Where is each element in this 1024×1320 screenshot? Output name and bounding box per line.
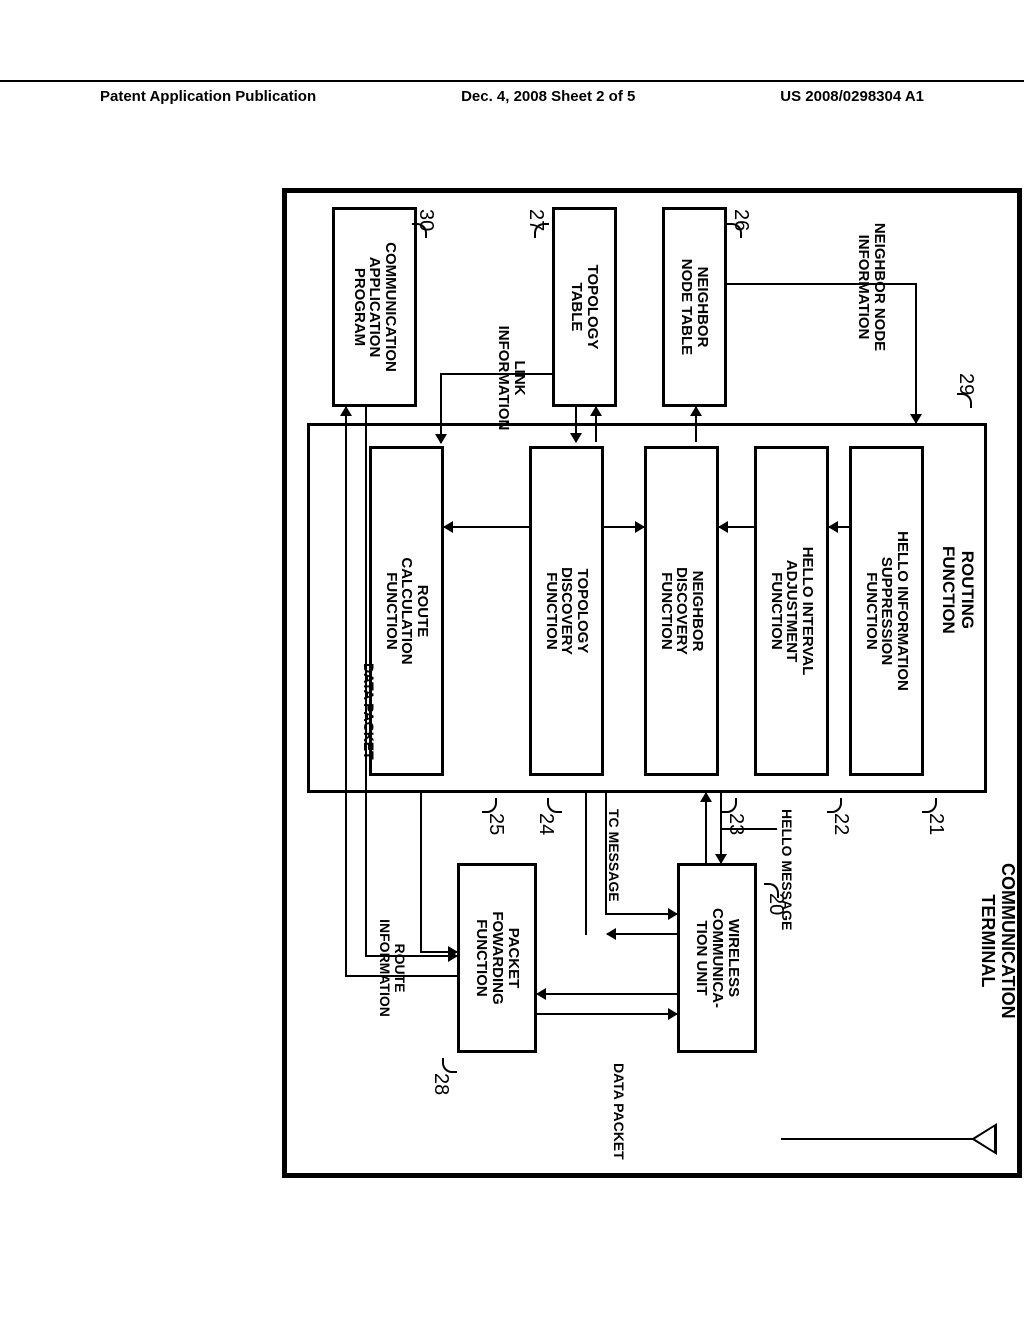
ref-25: 25 xyxy=(484,813,507,835)
arrow xyxy=(442,373,552,375)
neighbor-info-label: NEIGHBOR NODE INFORMATION xyxy=(856,207,888,367)
arrow xyxy=(537,1013,677,1015)
diagram: FIG.2 11 COMMUNICATION TERMINAL ROUTING … xyxy=(0,268,1024,1092)
connector xyxy=(547,798,562,813)
topology-table: TOPOLOGY TABLE xyxy=(552,207,617,407)
arrow xyxy=(722,828,777,830)
arrow xyxy=(727,283,917,285)
terminal-label: COMMUNICATION TERMINAL xyxy=(977,863,1017,1019)
tc-message-label: TC MESSAGE xyxy=(606,809,622,902)
communication-terminal-box: COMMUNICATION TERMINAL ROUTING FUNCTION … xyxy=(282,188,1022,1178)
ref-24: 24 xyxy=(534,813,557,835)
data-packet-label-1: DATA PACKET xyxy=(611,1063,627,1160)
connector xyxy=(534,223,549,238)
hello-interval-adjustment-box: HELLO INTERVAL ADJUSTMENT FUNCTION xyxy=(754,446,829,776)
communication-app-box: COMMUNICATION APPLICATION PROGRAM xyxy=(332,207,417,407)
hello-message-label: HELLO MESSAGE xyxy=(779,809,795,930)
header-right: US 2008/0298304 A1 xyxy=(780,88,924,105)
arrow xyxy=(345,975,457,977)
connector xyxy=(922,798,937,813)
arrow xyxy=(607,913,677,915)
packet-forwarding-box: PACKET FOWARDING FUNCTION xyxy=(457,863,537,1053)
arrow xyxy=(575,407,577,442)
arrow xyxy=(595,407,597,442)
ref-23: 23 xyxy=(724,813,747,835)
page-header: Patent Application Publication Dec. 4, 2… xyxy=(0,80,1024,110)
route-calculation-box: ROUTE CALCULATION FUNCTION xyxy=(369,446,444,776)
arrow xyxy=(537,993,677,995)
arrow xyxy=(345,407,347,977)
topology-discovery-box: TOPOLOGY DISCOVERY FUNCTION xyxy=(529,446,604,776)
connector xyxy=(957,393,972,408)
header-left: Patent Application Publication xyxy=(100,88,316,105)
arrow xyxy=(420,793,422,953)
header-center: Dec. 4, 2008 Sheet 2 of 5 xyxy=(461,88,635,105)
arrow xyxy=(829,526,849,528)
ref-28: 28 xyxy=(429,1073,452,1095)
data-packet-label-2: DATA PACKET xyxy=(361,663,377,760)
neighbor-discovery-box: NEIGHBOR DISCOVERY FUNCTION xyxy=(644,446,719,776)
connector xyxy=(764,883,779,898)
ref-22: 22 xyxy=(829,813,852,835)
route-info-label: ROUTE INFORMATION xyxy=(378,893,407,1043)
connector xyxy=(442,1058,457,1073)
wireless-comm-unit-box: WIRELESS COMMUNICA- TION UNIT xyxy=(677,863,757,1053)
arrow xyxy=(440,373,442,443)
neighbor-node-table: NEIGHBOR NODE TABLE xyxy=(662,207,727,407)
ref-21: 21 xyxy=(924,813,947,835)
arrow xyxy=(604,526,644,528)
connector xyxy=(722,798,737,813)
arrow xyxy=(605,793,607,915)
arrow xyxy=(719,526,754,528)
arrow xyxy=(585,793,587,935)
ref-29: 29 xyxy=(954,373,977,395)
arrow xyxy=(695,407,697,442)
routing-label: ROUTING FUNCTION xyxy=(939,546,976,634)
connector xyxy=(482,798,497,813)
arrow xyxy=(705,793,707,863)
hello-info-suppression-box: HELLO INFORMATION SUPPRESSION FUNCTION xyxy=(849,446,924,776)
arrow xyxy=(607,933,677,935)
arrow xyxy=(365,955,457,957)
connector xyxy=(827,798,842,813)
arrow xyxy=(915,283,917,423)
link-info-label: LINK INFORMATION xyxy=(496,313,528,443)
arrow xyxy=(365,407,367,957)
arrow xyxy=(444,526,529,528)
routing-function-box: ROUTING FUNCTION HELLO INFORMATION SUPPR… xyxy=(307,423,987,793)
